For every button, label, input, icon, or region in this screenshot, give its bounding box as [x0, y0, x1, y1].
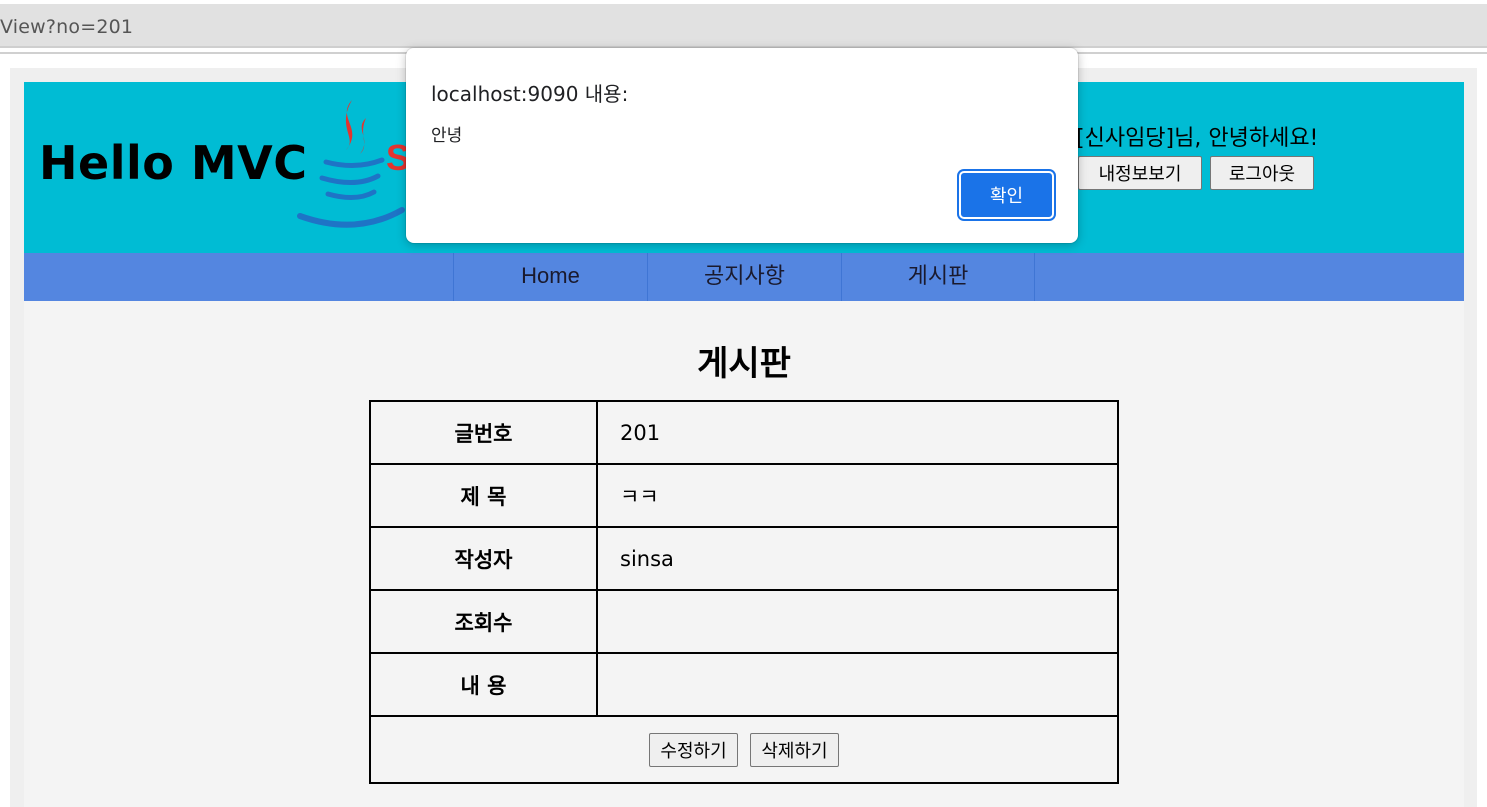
row-label: 글번호 — [369, 400, 598, 465]
table-row-actions: 수정하기 삭제하기 — [369, 715, 1119, 784]
my-info-button[interactable]: 내정보보기 — [1078, 156, 1202, 190]
table-row: 조회수 — [369, 589, 1119, 654]
nav-item-notice[interactable]: 공지사항 — [647, 253, 841, 301]
actions-cell: 수정하기 삭제하기 — [369, 715, 1119, 784]
table-row: 글번호 201 — [369, 400, 1119, 465]
post-title-value: ㅋㅋ — [596, 463, 1119, 528]
row-label: 조회수 — [369, 589, 598, 654]
site-title: Hello MVC — [39, 136, 308, 190]
main-nav: Home 공지사항 게시판 — [24, 253, 1464, 301]
alert-ok-button[interactable]: 확인 — [959, 171, 1054, 219]
logout-button[interactable]: 로그아웃 — [1210, 156, 1314, 190]
browser-address-bar[interactable]: View?no=201 — [0, 4, 1487, 48]
delete-button[interactable]: 삭제하기 — [750, 732, 839, 767]
alert-dialog: localhost:9090 내용: 안녕 확인 — [406, 48, 1078, 243]
greeting-text: [신사임당]님, 안녕하세요! — [1076, 126, 1319, 151]
row-label: 제 목 — [369, 463, 598, 528]
table-row: 내 용 — [369, 652, 1119, 717]
nav-item-board[interactable]: 게시판 — [841, 253, 1035, 301]
alert-message: 안녕 — [431, 126, 463, 146]
nav-item-home[interactable]: Home — [453, 253, 647, 301]
board-title: 게시판 — [697, 344, 791, 384]
java-logo-icon: S — [297, 100, 410, 228]
table-row: 제 목 ㅋㅋ — [369, 463, 1119, 528]
post-content-value — [596, 652, 1119, 717]
row-label: 내 용 — [369, 652, 598, 717]
url-text[interactable]: View?no=201 — [0, 16, 133, 38]
post-writer-value: sinsa — [596, 526, 1119, 591]
alert-title: localhost:9090 내용: — [431, 82, 629, 106]
post-readcount-value — [596, 589, 1119, 654]
edit-button[interactable]: 수정하기 — [649, 732, 738, 767]
row-label: 작성자 — [369, 526, 598, 591]
post-number-value: 201 — [596, 400, 1119, 465]
table-row: 작성자 sinsa — [369, 526, 1119, 591]
board-view-table: 글번호 201 제 목 ㅋㅋ 작성자 sinsa 조회수 내 용 수정하기 삭제… — [369, 400, 1119, 784]
